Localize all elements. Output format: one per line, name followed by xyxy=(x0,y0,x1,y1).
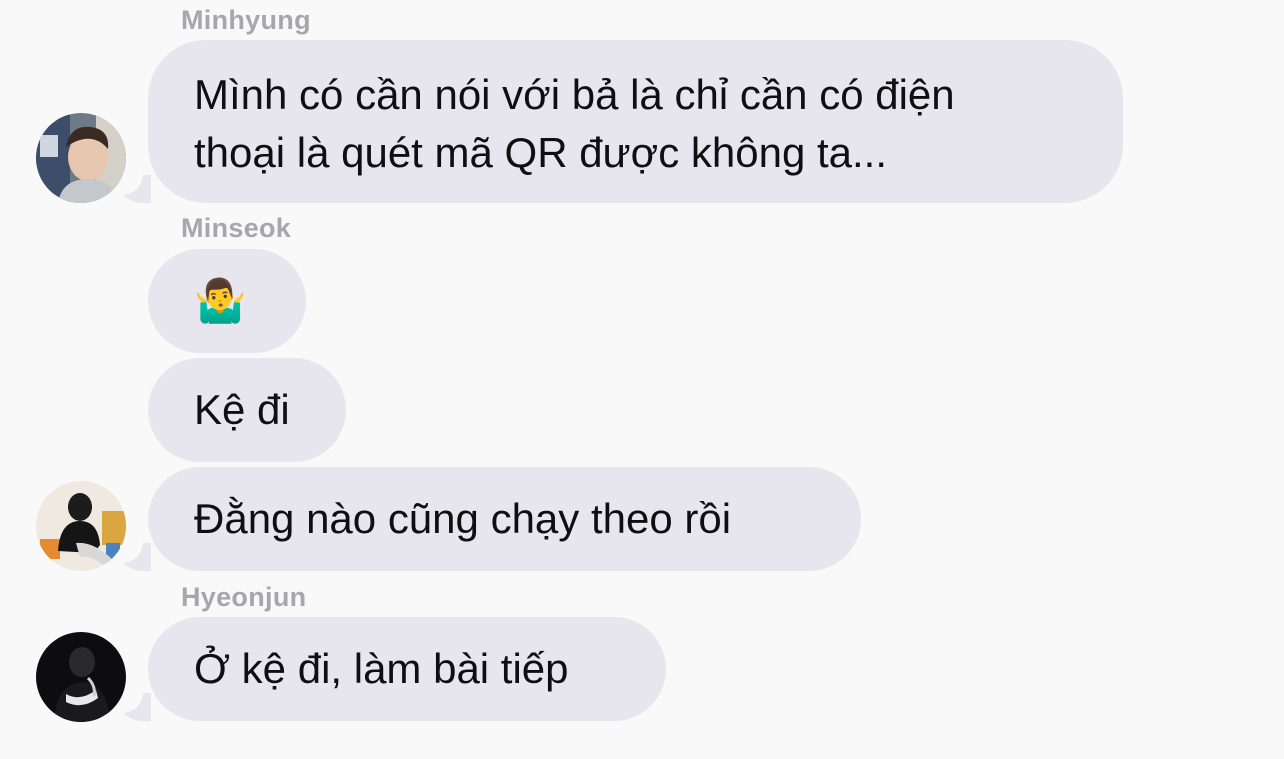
avatar[interactable] xyxy=(36,632,126,722)
sender-name: Minseok xyxy=(181,213,292,243)
message-bubble[interactable]: Kệ đi xyxy=(148,358,346,462)
profile-photo-icon xyxy=(36,632,126,722)
message-bubble-emoji[interactable]: 🤷‍♂️ xyxy=(148,249,306,353)
bubble-tail xyxy=(123,693,151,722)
sender-name: Minhyung xyxy=(181,5,311,35)
sender-name: Hyeonjun xyxy=(181,582,307,612)
message-bubble[interactable]: Đằng nào cũng chạy theo rồi xyxy=(148,467,861,571)
avatar[interactable] xyxy=(36,113,126,203)
bubble-tail xyxy=(123,543,151,572)
chat-thread: Minhyung Mình có cần nói với bả là chỉ c… xyxy=(0,0,1284,759)
profile-photo-icon xyxy=(36,481,126,571)
avatar[interactable] xyxy=(36,481,126,571)
bubble-tail xyxy=(123,175,151,204)
message-bubble[interactable]: Mình có cần nói với bả là chỉ cần có điệ… xyxy=(148,40,1123,203)
profile-photo-icon xyxy=(36,113,126,203)
message-bubble[interactable]: Ở kệ đi, làm bài tiếp xyxy=(148,617,666,721)
